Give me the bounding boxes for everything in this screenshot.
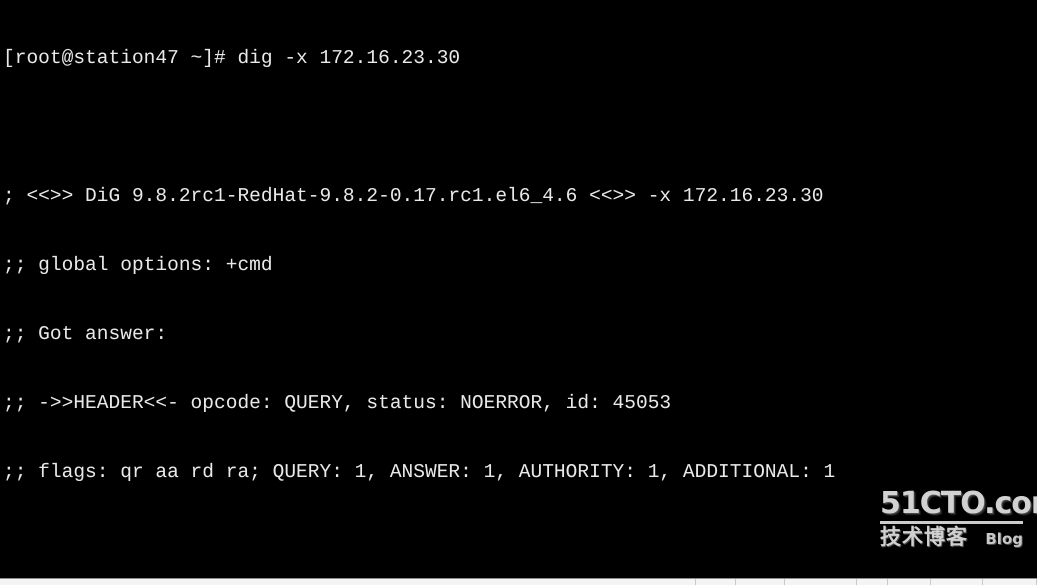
dig-version-line: ; <<>> DiG 9.8.2rc1-RedHat-9.8.2-0.17.rc… bbox=[3, 185, 824, 207]
taskbar-cell[interactable] bbox=[0, 579, 696, 585]
dns-header-line: ;; ->>HEADER<<- opcode: QUERY, status: N… bbox=[3, 392, 672, 414]
terminal-output[interactable]: [root@station47 ~]# dig -x 172.16.23.30 … bbox=[3, 1, 1037, 578]
taskbar-cell[interactable] bbox=[857, 579, 889, 585]
dns-flags-line: ;; flags: qr aa rd ra; QUERY: 1, ANSWER:… bbox=[3, 461, 836, 483]
got-answer-line: ;; Got answer: bbox=[3, 323, 168, 345]
taskbar-sliver[interactable] bbox=[0, 578, 1037, 585]
taskbar-cell[interactable] bbox=[931, 579, 984, 585]
taskbar-cell[interactable] bbox=[983, 579, 1037, 585]
prompt-line: [root@station47 ~]# dig -x 172.16.23.30 bbox=[3, 47, 461, 69]
taskbar-cell[interactable] bbox=[785, 579, 858, 585]
terminal-window[interactable]: [root@station47 ~]# dig -x 172.16.23.30 … bbox=[0, 0, 1037, 578]
taskbar-cell[interactable] bbox=[888, 579, 931, 585]
global-options-line: ;; global options: +cmd bbox=[3, 254, 273, 276]
taskbar-cell[interactable] bbox=[696, 579, 737, 585]
taskbar-cell[interactable] bbox=[736, 579, 785, 585]
